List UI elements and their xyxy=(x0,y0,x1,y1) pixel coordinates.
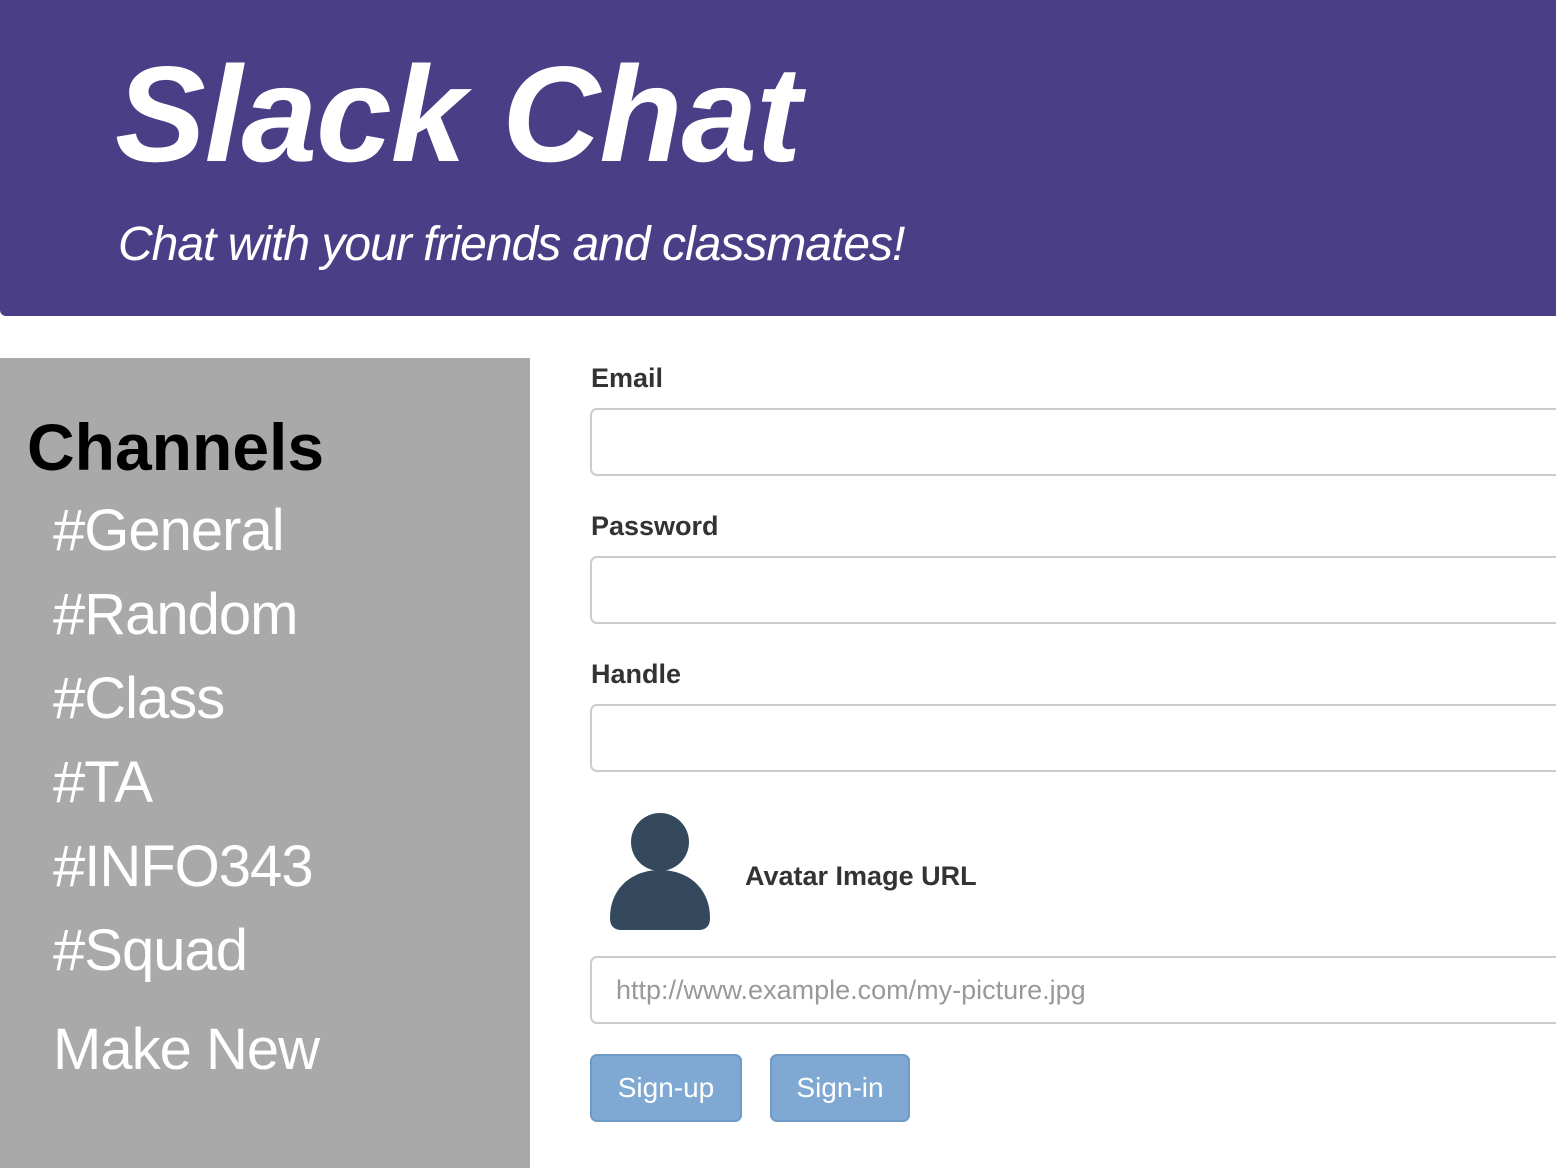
email-label: Email xyxy=(591,363,664,393)
channels-sidebar: Channels #General #Random #Class #TA #IN… xyxy=(0,358,530,1168)
app-title: Slack Chat xyxy=(115,38,801,190)
channel-item-info343[interactable]: #INFO343 xyxy=(53,825,314,909)
sign-in-button[interactable]: Sign-in xyxy=(770,1054,910,1122)
handle-field[interactable] xyxy=(590,704,1556,772)
channels-heading: Channels xyxy=(27,410,325,484)
channel-item-ta[interactable]: #TA xyxy=(53,741,313,825)
avatar-url-field[interactable] xyxy=(590,956,1556,1024)
sign-up-button[interactable]: Sign-up xyxy=(590,1054,742,1122)
handle-label: Handle xyxy=(591,659,682,689)
app-subtitle: Chat with your friends and classmates! xyxy=(118,218,905,271)
password-label: Password xyxy=(591,511,719,541)
channel-item-class[interactable]: #Class xyxy=(53,657,313,741)
user-silhouette-icon xyxy=(610,813,710,930)
avatar-url-label: Avatar Image URL xyxy=(745,861,977,891)
channel-item-general[interactable]: #General xyxy=(53,489,313,573)
email-field[interactable] xyxy=(590,408,1556,476)
channel-item-squad[interactable]: #Squad xyxy=(53,909,313,993)
make-new-channel-link[interactable]: Make New xyxy=(53,1010,320,1090)
app-header: Slack Chat Chat with your friends and cl… xyxy=(0,0,1556,316)
channel-item-random[interactable]: #Random xyxy=(53,573,313,657)
password-field[interactable] xyxy=(590,556,1556,624)
channel-list: #General #Random #Class #TA #INFO343 #Sq… xyxy=(53,489,314,993)
